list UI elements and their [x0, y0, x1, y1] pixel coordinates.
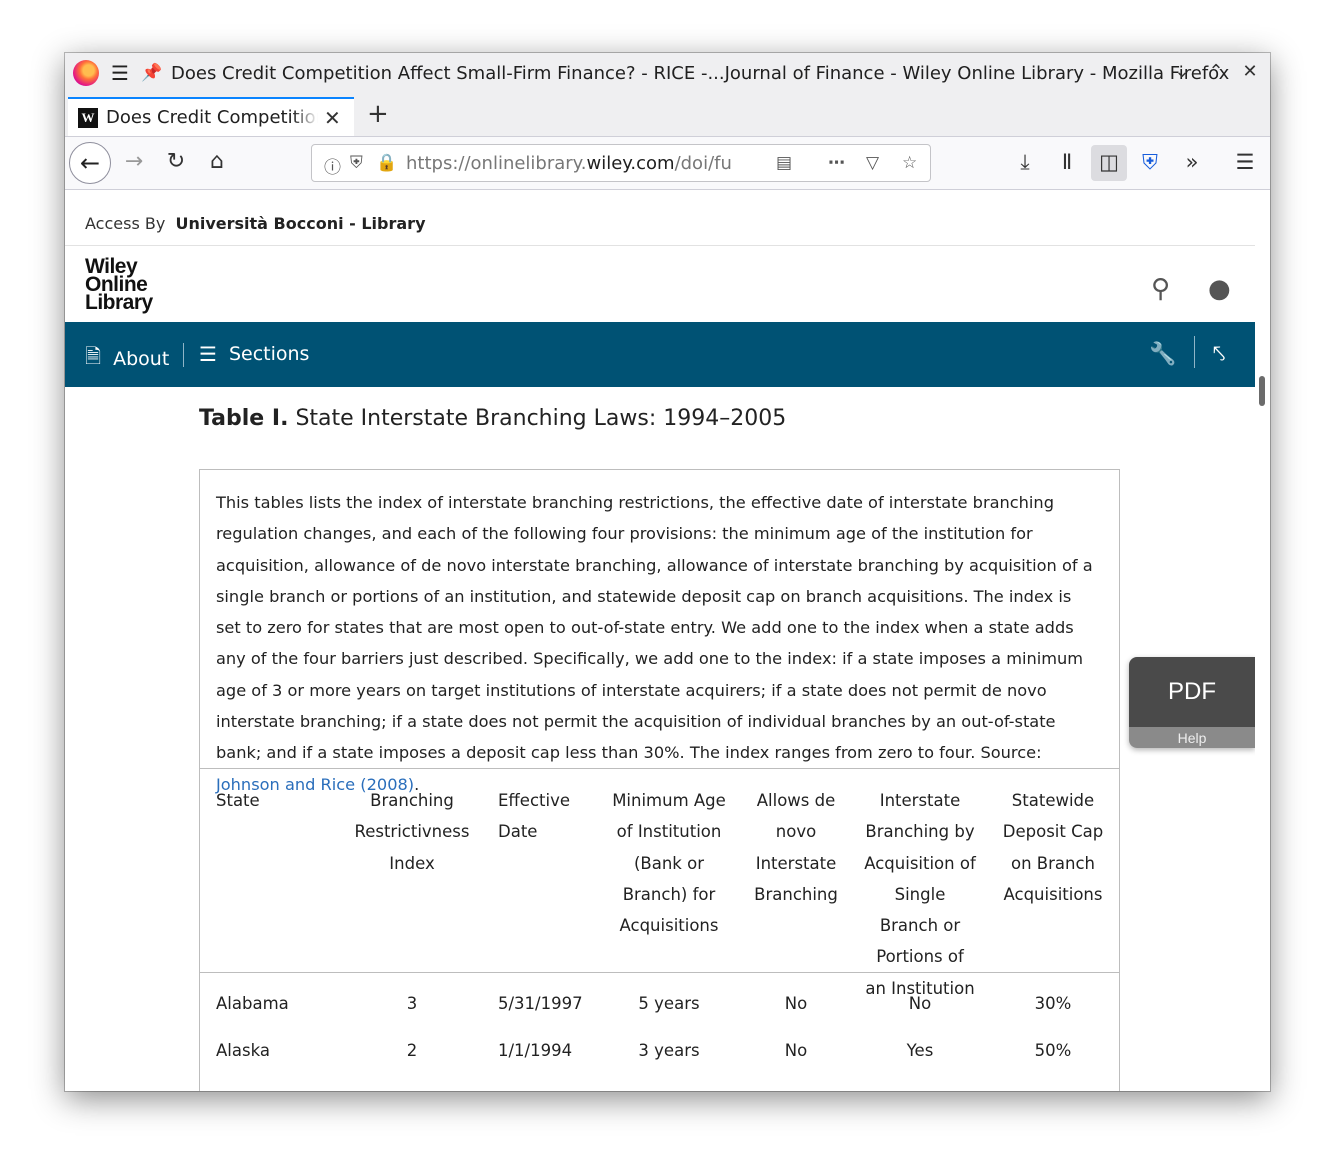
table-cell: 30% — [1034, 994, 1072, 1013]
page-actions-icon[interactable]: ⋯ — [828, 153, 845, 173]
tracking-shield-icon[interactable]: ⛨ — [350, 153, 363, 173]
search-icon[interactable]: ⚲ — [1151, 274, 1170, 304]
table-cell: No — [784, 1041, 808, 1060]
overflow-chevron-icon[interactable]: » — [1178, 150, 1206, 174]
document-icon: 🗎 — [85, 344, 102, 368]
home-icon[interactable]: ⌂ — [204, 149, 230, 174]
pocket-icon[interactable]: ▽ — [866, 153, 879, 173]
access-info: Access By Università Bocconi - Library — [85, 214, 426, 233]
app-menu-icon[interactable]: ☰ — [1231, 150, 1259, 174]
wiley-favicon-icon: W — [78, 107, 98, 128]
url-text[interactable]: https://onlinelibrary.wiley.com/doi/full — [406, 153, 731, 174]
maximize-icon[interactable]: ⌃ — [1206, 61, 1226, 82]
table-label: Table I. — [199, 406, 289, 431]
table-caption: This tables lists the index of interstat… — [216, 487, 1096, 800]
pin-icon[interactable]: 📌 — [141, 63, 163, 83]
menu-icon[interactable]: ☰ — [109, 61, 131, 85]
firefox-logo-icon — [73, 60, 99, 86]
navigation-bar: ← → ↻ ⌂ ⓘ ⛨ 🔒 https://onlinelibrary.wile… — [65, 137, 1270, 190]
share-icon[interactable]: ⤣ — [1213, 342, 1225, 367]
window-title: Does Credit Competition Affect Small-Fir… — [171, 62, 1230, 84]
browser-window: ☰ 📌 Does Credit Competition Affect Small… — [65, 53, 1270, 1091]
downloads-icon[interactable]: ⤓ — [1011, 150, 1039, 175]
column-header: Minimum Age of Institution (Bank or Bran… — [612, 791, 726, 936]
column-header: Effective Date — [498, 791, 570, 842]
access-institution: Università Bocconi - Library — [175, 214, 426, 233]
column-header: Statewide Deposit Cap on Branch Acquisit… — [1002, 791, 1104, 904]
url-domain: wiley.com — [586, 153, 675, 174]
pdf-button[interactable]: PDF — [1129, 657, 1255, 727]
info-icon[interactable]: ⓘ — [324, 153, 341, 178]
about-label: About — [113, 348, 170, 370]
table-title: Table I. State Interstate Branching Laws… — [199, 406, 786, 431]
nav-separator — [1194, 336, 1195, 368]
article-nav-bar: 🗎 About ☰ Sections 🔧 ⤣ — [65, 322, 1255, 387]
table-cell: 3 years — [638, 1041, 700, 1060]
sections-label: Sections — [228, 343, 310, 365]
url-path: /doi/full — [674, 153, 731, 174]
caption-text: This tables lists the index of interstat… — [216, 493, 1093, 763]
column-header: Branching Restrictivness Index — [354, 791, 470, 873]
sections-button[interactable]: ☰ Sections — [199, 342, 309, 366]
help-button[interactable]: Help — [1129, 727, 1255, 748]
data-table: This tables lists the index of interstat… — [199, 469, 1120, 1091]
url-prefix: https://onlinelibrary. — [406, 153, 587, 174]
logo-line-3: Library — [85, 291, 153, 314]
wiley-online-library-logo[interactable]: Wiley Online Library — [85, 256, 153, 314]
nav-separator — [183, 343, 184, 367]
bitwarden-icon[interactable]: ⛨ — [1136, 150, 1164, 175]
minimize-icon[interactable]: ⌄ — [1172, 61, 1192, 82]
url-bar[interactable]: ⓘ ⛨ 🔒 https://onlinelibrary.wiley.com/do… — [311, 144, 931, 182]
reload-icon[interactable]: ↻ — [163, 149, 189, 174]
table-cell: 5 years — [638, 994, 700, 1013]
lock-icon[interactable]: 🔒 — [376, 153, 397, 173]
table-title-text: State Interstate Branching Laws: 1994–20… — [295, 406, 787, 431]
table-cell: No — [784, 994, 808, 1013]
table-cell: 2 — [406, 1041, 418, 1060]
table-divider — [200, 972, 1119, 973]
list-icon: ☰ — [199, 342, 217, 366]
close-tab-icon[interactable]: ✕ — [324, 106, 341, 130]
bookmark-star-icon[interactable]: ☆ — [902, 153, 917, 173]
table-cell: Alaska — [216, 1041, 270, 1060]
title-bar: ☰ 📌 Does Credit Competition Affect Small… — [65, 53, 1270, 93]
back-button[interactable]: ← — [69, 142, 111, 184]
web-page: Access By Università Bocconi - Library W… — [65, 190, 1255, 1091]
table-cell: Yes — [906, 1041, 934, 1060]
scrollbar-thumb[interactable] — [1259, 376, 1265, 406]
tools-wrench-icon[interactable]: 🔧 — [1149, 342, 1176, 367]
column-header: Allows de novo Interstate Branching — [754, 791, 838, 904]
forward-button[interactable]: → — [121, 149, 147, 174]
table-cell: No — [908, 994, 932, 1013]
account-icon[interactable]: ● — [1208, 274, 1231, 304]
table-cell: 5/31/1997 — [498, 994, 583, 1013]
tab-active[interactable]: W Does Credit Competition Affect Small-F… — [68, 97, 354, 136]
new-tab-icon[interactable]: + — [367, 99, 389, 129]
access-label: Access By — [85, 214, 166, 233]
table-cell: 1/1/1994 — [498, 1041, 573, 1060]
scrollbar[interactable] — [1255, 190, 1270, 1091]
column-header: State — [216, 791, 260, 810]
about-button[interactable]: 🗎 About — [85, 342, 169, 376]
table-divider — [200, 768, 1119, 769]
reader-view-icon[interactable]: ▤ — [776, 153, 792, 173]
divider — [65, 245, 1255, 246]
library-icon[interactable]: Ⅱ — [1053, 150, 1081, 174]
pdf-widget[interactable]: PDF Help — [1129, 657, 1255, 748]
tab-bar: W Does Credit Competition Affect Small-F… — [65, 93, 1270, 137]
table-cell: 50% — [1034, 1041, 1072, 1060]
table-cell: 3 — [406, 994, 418, 1013]
close-window-icon[interactable]: ✕ — [1240, 61, 1260, 82]
tab-title: Does Credit Competition Affect Small-Fir… — [106, 107, 318, 128]
table-cell: Alabama — [216, 994, 289, 1013]
sidebar-icon[interactable]: ◫ — [1095, 150, 1123, 174]
